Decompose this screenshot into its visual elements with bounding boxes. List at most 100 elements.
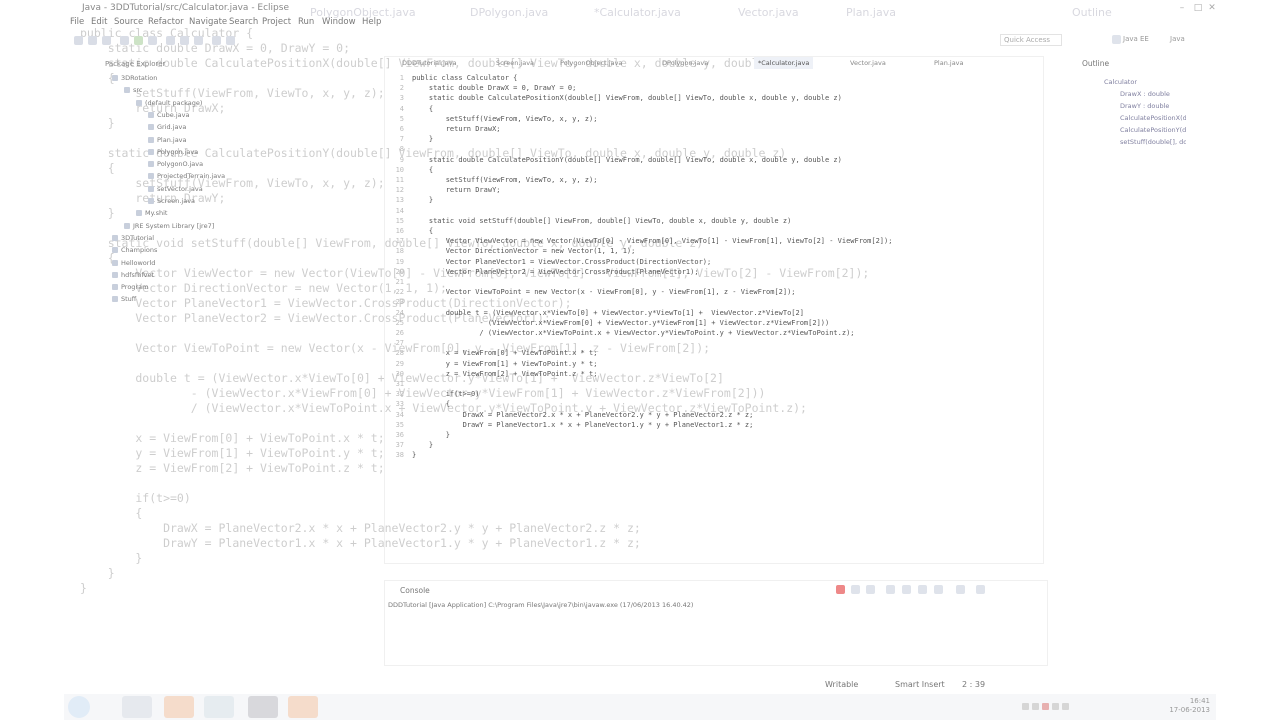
remove-all-icon[interactable] [866, 585, 875, 594]
new-icon[interactable] [74, 36, 83, 45]
open-perspective-icon[interactable] [1112, 35, 1121, 44]
minimize-icon[interactable]: – [1176, 3, 1188, 13]
perspective-java[interactable]: Java [1170, 35, 1185, 43]
tree-item[interactable]: 3DRotation [112, 74, 157, 82]
code-line: 31 [388, 380, 412, 388]
menu-help[interactable]: Help [362, 17, 381, 27]
word-wrap-icon[interactable] [918, 585, 927, 594]
tree-item[interactable]: Program [112, 283, 148, 291]
tree-item[interactable]: (default package) [136, 99, 202, 107]
editor-tab[interactable]: Vector.java [846, 57, 890, 69]
remove-launch-icon[interactable] [851, 585, 860, 594]
menu-source[interactable]: Source [114, 17, 143, 27]
menu-project[interactable]: Project [262, 17, 291, 27]
code-line: 24 double t = (ViewVector.x*ViewTo[0] + … [388, 309, 804, 317]
perspective-java-ee[interactable]: Java EE [1123, 35, 1149, 43]
outline-item[interactable]: CalculatePositionX(double[], double[], d… [1120, 114, 1186, 122]
start-button[interactable] [68, 696, 90, 718]
pin-console-icon[interactable] [934, 585, 943, 594]
editor-tab[interactable]: DDDTutorial.java [398, 57, 461, 69]
code-line: 38} [388, 451, 417, 459]
tree-item[interactable]: Helloworld [112, 259, 155, 267]
clock[interactable]: 16:41 17-06-2013 [1169, 697, 1210, 715]
tray-icon[interactable] [1032, 703, 1039, 710]
tray-icon[interactable] [1022, 703, 1029, 710]
tree-item[interactable]: My.shit [136, 209, 167, 217]
menu-run[interactable]: Run [298, 17, 314, 27]
tree-item-label: Polygon.java [157, 147, 199, 156]
code-text: } [412, 431, 450, 439]
code-area[interactable]: 1 public class Calculator {2 static doubl… [388, 72, 1038, 552]
tree-item[interactable]: Screen.java [148, 197, 195, 205]
tree-item[interactable]: setVector.java [148, 185, 203, 193]
tree-item-label: Program [121, 283, 149, 292]
tree-item[interactable]: Grid.java [148, 123, 186, 131]
taskbar-app-eclipse[interactable] [248, 696, 278, 718]
tree-item[interactable]: Cube.java [148, 111, 189, 119]
taskbar-app-firefox[interactable] [164, 696, 194, 718]
package-explorer-tab[interactable]: Package Explorer [105, 60, 165, 68]
code-text: y = ViewFrom[1] + ViewToPoint.y * t; [412, 359, 598, 368]
menu-window[interactable]: Window [322, 17, 356, 27]
tray-icon[interactable] [1042, 703, 1049, 710]
tree-item[interactable]: JRE System Library [jre7] [124, 222, 214, 230]
menu-edit[interactable]: Edit [91, 17, 107, 27]
tree-item-label: src [133, 86, 143, 95]
save-icon[interactable] [88, 36, 97, 45]
back-icon[interactable] [212, 36, 221, 45]
outline-item[interactable]: Calculator [1104, 78, 1137, 86]
search-icon[interactable] [194, 36, 203, 45]
line-number: 23 [395, 298, 404, 307]
editor-tab[interactable]: DPolygon.java [658, 57, 712, 69]
close-icon[interactable]: ✕ [1206, 3, 1218, 13]
outline-item[interactable]: CalculatePositionY(double[], double[], d… [1120, 126, 1186, 134]
open-type-icon[interactable] [180, 36, 189, 45]
tray-icon[interactable] [1062, 703, 1069, 710]
tree-item[interactable]: Plan.java [148, 136, 187, 144]
print-icon[interactable] [102, 36, 111, 45]
editor-tab[interactable]: Screen.java [492, 57, 538, 69]
outline-tab[interactable]: Outline [1082, 59, 1109, 68]
editor-tab[interactable]: Plan.java [930, 57, 968, 69]
outline-item[interactable]: setStuff(double[], double[], double, dou… [1120, 138, 1186, 146]
run-icon[interactable] [134, 36, 143, 45]
taskbar-app-folder[interactable] [204, 696, 234, 718]
quick-access-input[interactable]: Quick Access [1000, 34, 1062, 46]
tree-item[interactable]: Stuff [112, 295, 136, 303]
forward-icon[interactable] [226, 36, 235, 45]
clear-console-icon[interactable] [886, 585, 895, 594]
maximize-icon[interactable]: □ [1192, 3, 1204, 13]
new-class-icon[interactable] [166, 36, 175, 45]
editor-tab[interactable]: PolygonObject.java [556, 57, 626, 69]
scroll-lock-icon[interactable] [902, 585, 911, 594]
debug-icon[interactable] [120, 36, 129, 45]
tree-item[interactable]: 3DTutorial [112, 234, 154, 242]
tree-item[interactable]: src [124, 86, 143, 94]
open-console-icon[interactable] [976, 585, 985, 594]
code-line: 21 [388, 278, 412, 286]
tree-item[interactable]: ProjectedTerrain.java [148, 172, 225, 180]
tree-item[interactable]: Polygon.java [148, 148, 198, 156]
taskbar-app-browser[interactable] [288, 696, 318, 718]
editor-tab[interactable]: *Calculator.java [754, 57, 814, 69]
outline-item[interactable]: DrawY : double [1120, 102, 1169, 110]
taskbar-app-explorer[interactable] [122, 696, 152, 718]
menu-refactor[interactable]: Refactor [148, 17, 184, 27]
code-line: 29 y = ViewFrom[1] + ViewToPoint.y * t; [388, 359, 598, 368]
tree-item[interactable]: PolygonO.java [148, 160, 203, 168]
file-icon [148, 124, 154, 131]
tray-icon[interactable] [1052, 703, 1059, 710]
tree-item[interactable]: Champions [112, 246, 157, 254]
external-tools-icon[interactable] [148, 36, 157, 45]
menu-search[interactable]: Search [229, 17, 258, 27]
display-console-icon[interactable] [956, 585, 965, 594]
line-number: 20 [395, 267, 404, 276]
outline-item[interactable]: DrawX : double [1120, 90, 1170, 98]
menu-navigate[interactable]: Navigate [189, 17, 227, 27]
terminate-icon[interactable] [836, 585, 845, 594]
code-text: { [412, 104, 434, 113]
tree-item[interactable]: hdfsfhfvet [112, 271, 154, 279]
menu-file[interactable]: File [70, 17, 84, 27]
code-line: 4 { [388, 105, 433, 113]
console-tab[interactable]: Console [400, 586, 430, 595]
